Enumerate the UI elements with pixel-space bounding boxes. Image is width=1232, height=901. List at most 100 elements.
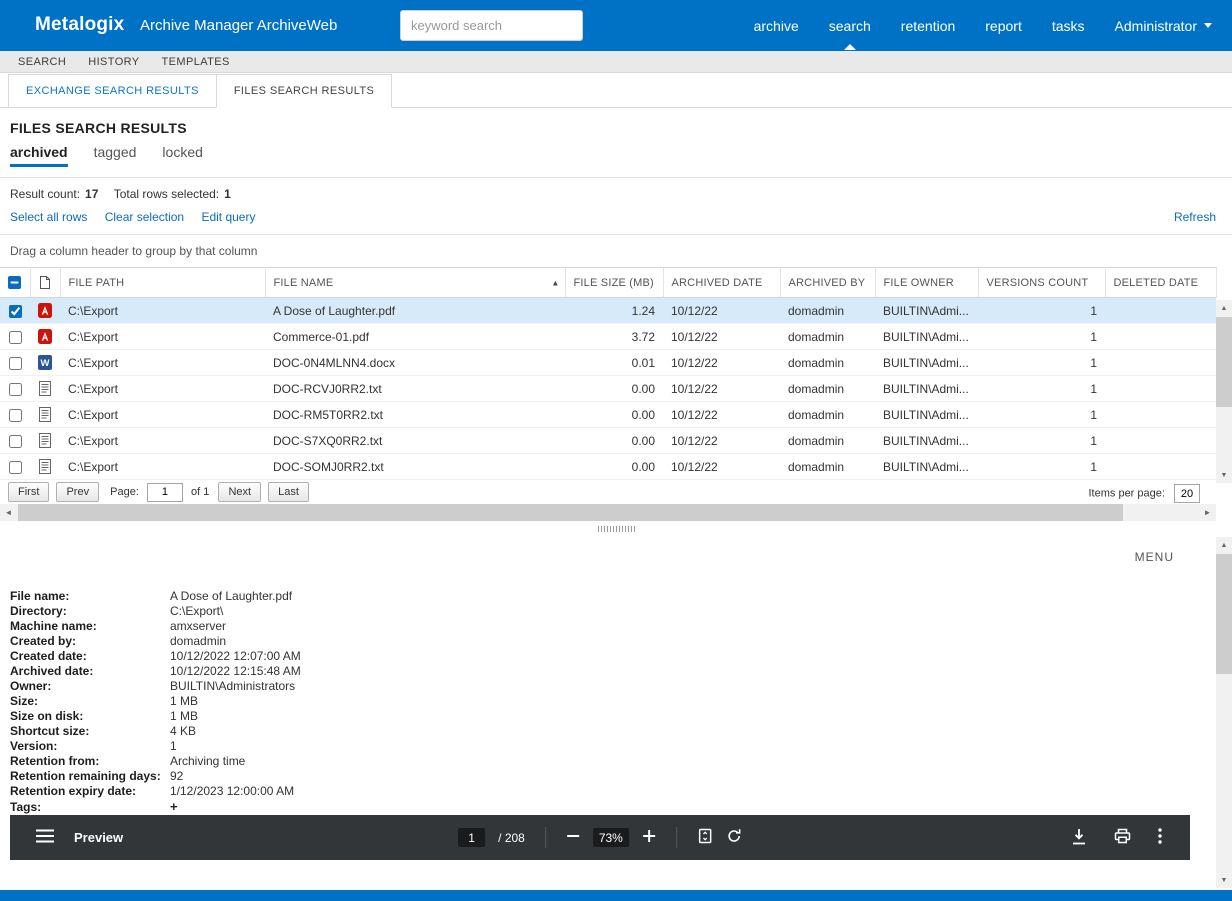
select-all-checkbox[interactable] <box>8 276 21 289</box>
pdf-file-icon <box>38 303 52 317</box>
horizontal-scrollbar-thumb[interactable] <box>18 504 1123 521</box>
table-row[interactable]: C:\Export DOC-RCVJ0RR2.txt 0.00 10/12/22… <box>0 376 1216 402</box>
clear-selection-link[interactable]: Clear selection <box>105 210 184 224</box>
detail-field-label: Shortcut size: <box>10 724 170 738</box>
more-options-button[interactable] <box>1158 828 1162 847</box>
row-checkbox-cell <box>0 402 30 428</box>
file-owner-cell: BUILTIN\Admi... <box>875 324 978 350</box>
row-checkbox[interactable] <box>9 383 22 396</box>
row-checkbox[interactable] <box>9 331 22 344</box>
column-header-file-name[interactable]: FILE NAME▲ <box>265 268 565 298</box>
detail-field-value: 4 KB <box>170 724 196 738</box>
file-path-cell: C:\Export <box>60 402 265 428</box>
rotate-button[interactable] <box>726 828 742 847</box>
preview-toolbar-left: Preview <box>36 815 123 860</box>
first-page-button[interactable]: First <box>8 482 49 502</box>
nav-search[interactable]: search <box>829 0 871 51</box>
column-header-versions-count[interactable]: VERSIONS COUNT <box>978 268 1105 298</box>
column-header-archived-date[interactable]: ARCHIVED DATE <box>663 268 780 298</box>
refresh-link[interactable]: Refresh <box>1174 210 1216 224</box>
scroll-down-icon[interactable]: ▼ <box>1216 872 1232 888</box>
results-vertical-scrollbar[interactable]: ▲ ▼ <box>1216 300 1232 483</box>
row-file-type-cell <box>30 376 60 402</box>
file-owner-cell: BUILTIN\Admi... <box>875 298 978 324</box>
select-all-rows-link[interactable]: Select all rows <box>10 210 87 224</box>
scroll-up-icon[interactable]: ▲ <box>1216 300 1232 316</box>
column-header-file-size[interactable]: FILE SIZE (MB) <box>565 268 663 298</box>
table-row[interactable]: C:\Export A Dose of Laughter.pdf 1.24 10… <box>0 298 1216 324</box>
nav-report[interactable]: report <box>985 0 1022 51</box>
row-checkbox[interactable] <box>9 357 22 370</box>
file-type-column-header[interactable] <box>30 268 60 298</box>
scroll-right-icon[interactable]: ► <box>1199 504 1216 521</box>
add-tag-button[interactable]: + <box>170 799 178 814</box>
last-page-button[interactable]: Last <box>268 482 309 502</box>
file-size-cell: 1.24 <box>565 298 663 324</box>
table-row[interactable]: W C:\Export DOC-0N4MLNN4.docx 0.01 10/12… <box>0 350 1216 376</box>
subtab-archived[interactable]: archived <box>10 144 68 167</box>
scroll-down-icon[interactable]: ▼ <box>1216 467 1232 483</box>
detail-vertical-scrollbar[interactable]: ▲ ▼ <box>1216 537 1232 888</box>
subtab-locked[interactable]: locked <box>162 144 202 167</box>
nav-tasks[interactable]: tasks <box>1052 0 1085 51</box>
zoom-out-button[interactable] <box>566 829 580 846</box>
subtab-tagged[interactable]: tagged <box>94 144 137 167</box>
next-page-button[interactable]: Next <box>218 482 261 502</box>
tab-exchange-search-results[interactable]: EXCHANGE SEARCH RESULTS <box>8 74 217 108</box>
detail-field-value: A Dose of Laughter.pdf <box>170 589 292 603</box>
plus-icon <box>642 829 656 846</box>
results-scrollbar-thumb[interactable] <box>1216 317 1232 407</box>
detail-field: Version:1 <box>10 739 301 754</box>
prev-page-button[interactable]: Prev <box>56 482 99 502</box>
user-menu[interactable]: Administrator <box>1115 0 1212 51</box>
row-checkbox[interactable] <box>9 435 22 448</box>
items-per-page-input[interactable] <box>1174 484 1200 503</box>
kebab-menu-icon <box>1158 828 1162 847</box>
column-header-file-path[interactable]: FILE PATH <box>60 268 265 298</box>
nav-retention[interactable]: retention <box>901 0 955 51</box>
group-by-drop-zone[interactable]: Drag a column header to group by that co… <box>0 235 1232 267</box>
detail-scrollbar-thumb[interactable] <box>1216 554 1232 674</box>
edit-query-link[interactable]: Edit query <box>201 210 255 224</box>
txt-file-icon <box>39 433 51 447</box>
row-file-type-cell <box>30 454 60 480</box>
items-per-page-label: Items per page: <box>1089 488 1165 500</box>
splitter-grip[interactable] <box>598 526 636 532</box>
table-row[interactable]: C:\Export DOC-S7XQ0RR2.txt 0.00 10/12/22… <box>0 428 1216 454</box>
column-header-file-owner[interactable]: FILE OWNER <box>875 268 978 298</box>
scroll-left-icon[interactable]: ◄ <box>0 504 17 521</box>
versions-count-cell: 1 <box>978 454 1105 480</box>
preview-menu-button[interactable] <box>36 829 54 846</box>
detail-menu-button[interactable]: MENU <box>1135 550 1174 564</box>
pane-splitter <box>0 521 1232 537</box>
scroll-up-icon[interactable]: ▲ <box>1216 537 1232 553</box>
detail-field-value: 10/12/2022 12:15:48 AM <box>170 664 301 678</box>
download-button[interactable] <box>1071 828 1087 848</box>
column-header-deleted-date[interactable]: DELETED DATE <box>1105 268 1216 298</box>
row-checkbox[interactable] <box>9 305 22 318</box>
files-results-pane: FILES SEARCH RESULTS archived tagged loc… <box>0 108 1232 520</box>
horizontal-scrollbar[interactable]: ◄ ► <box>0 504 1216 521</box>
tab-files-search-results[interactable]: FILES SEARCH RESULTS <box>216 74 392 108</box>
table-row[interactable]: C:\Export Commerce-01.pdf 3.72 10/12/22 … <box>0 324 1216 350</box>
archived-by-cell: domadmin <box>780 454 875 480</box>
print-button[interactable] <box>1114 828 1131 847</box>
preview-page-input[interactable] <box>458 828 485 847</box>
keyword-search-input[interactable] <box>400 10 583 41</box>
zoom-in-button[interactable] <box>642 829 656 846</box>
file-owner-cell: BUILTIN\Admi... <box>875 454 978 480</box>
nav-archive[interactable]: archive <box>754 0 799 51</box>
section-nav-templates[interactable]: TEMPLATES <box>162 56 230 68</box>
row-checkbox[interactable] <box>9 461 22 474</box>
row-checkbox[interactable] <box>9 409 22 422</box>
hamburger-icon <box>36 829 54 846</box>
section-nav-history[interactable]: HISTORY <box>88 56 139 68</box>
table-row[interactable]: C:\Export DOC-SOMJ0RR2.txt 0.00 10/12/22… <box>0 454 1216 480</box>
page-number-input[interactable] <box>147 483 183 502</box>
column-header-archived-by[interactable]: ARCHIVED BY <box>780 268 875 298</box>
fit-to-page-button[interactable] <box>697 828 713 847</box>
table-row[interactable]: C:\Export DOC-RM5T0RR2.txt 0.00 10/12/22… <box>0 402 1216 428</box>
select-all-header[interactable] <box>0 268 30 298</box>
row-checkbox-cell <box>0 376 30 402</box>
section-nav-search[interactable]: SEARCH <box>18 56 66 68</box>
